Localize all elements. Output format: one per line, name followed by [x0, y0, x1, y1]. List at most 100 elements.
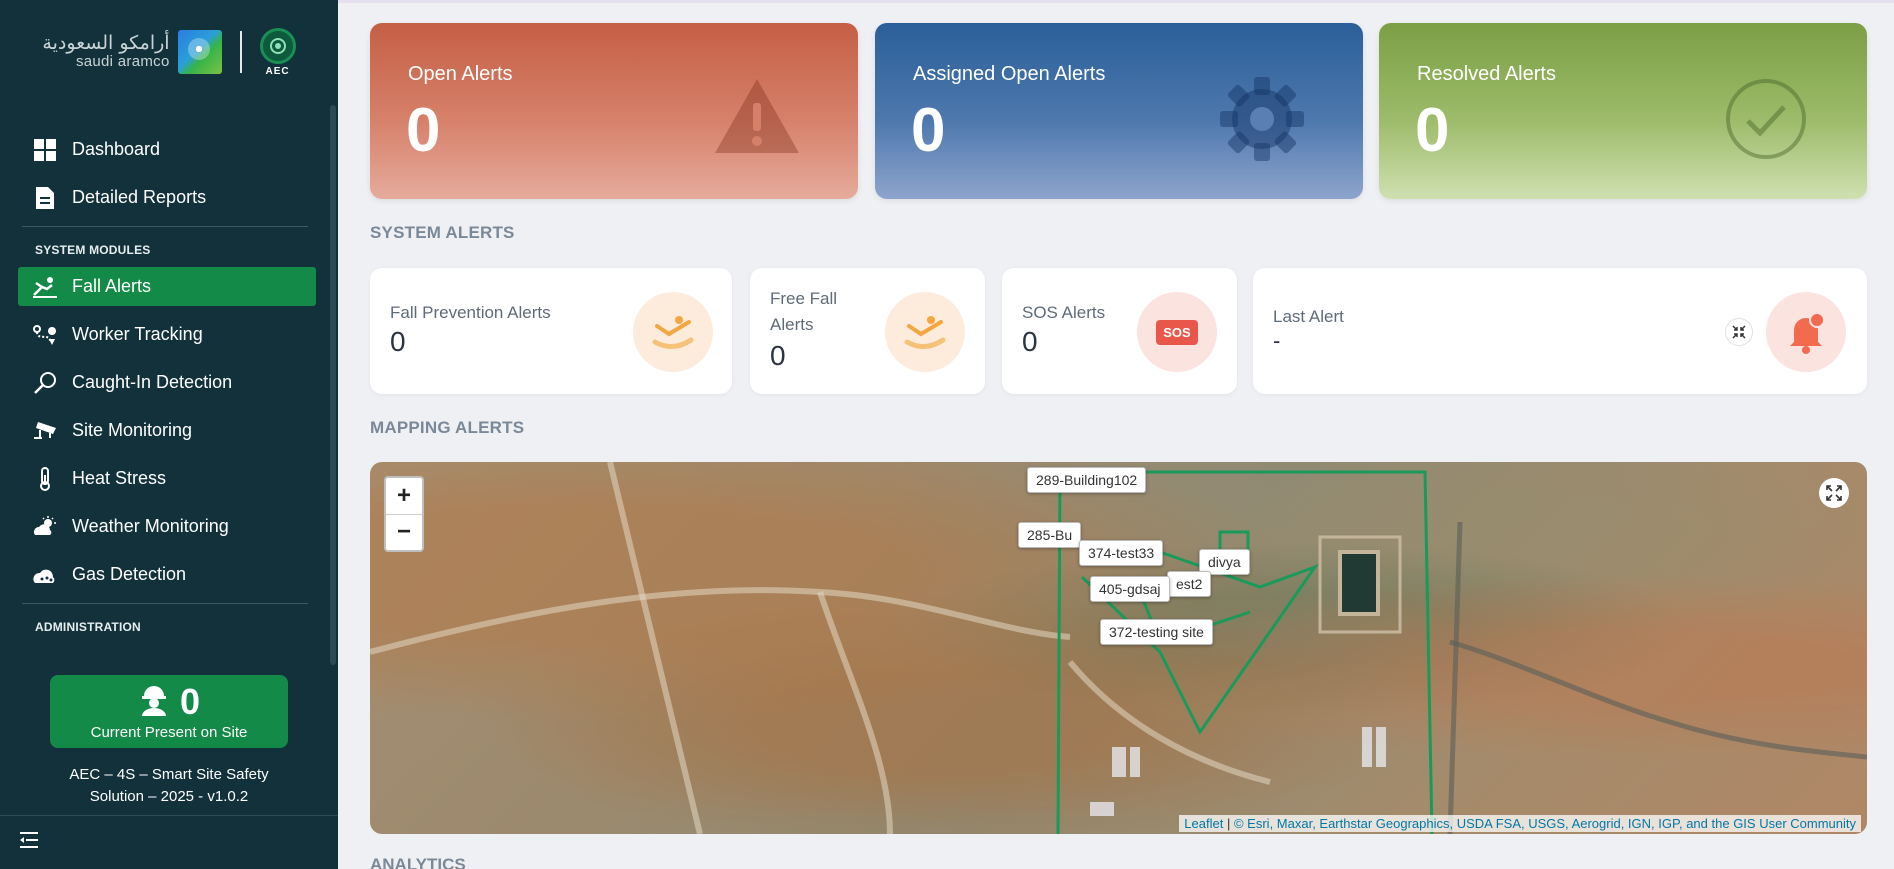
version-line-1: AEC – 4S – Smart Site Safety [69, 766, 269, 783]
version-info: AEC – 4S – Smart Site Safety Solution – … [0, 764, 338, 808]
sos-alerts-label: SOS Alerts [1022, 303, 1106, 322]
worker-helmet-icon [138, 682, 170, 721]
aramco-mark-icon [177, 30, 222, 74]
route-icon [32, 322, 58, 348]
attribution-separator: | [1226, 816, 1231, 831]
nav-label: Detailed Reports [72, 187, 207, 207]
nav-label: Caught-In Detection [72, 372, 233, 392]
dashboard-icon [32, 137, 58, 163]
warning-icon [715, 79, 799, 153]
aramco-english-text: saudi aramco [75, 53, 170, 71]
nav-label: Heat Stress [72, 468, 167, 488]
map-attribution: Leaflet | © Esri, Maxar, Earthstar Geogr… [1179, 815, 1861, 832]
gear-icon [1220, 77, 1304, 161]
nav-item-site-monitoring[interactable]: Site Monitoring [18, 411, 316, 450]
assigned-alerts-label: Assigned Open Alerts [913, 63, 1106, 85]
open-alerts-card[interactable]: Open Alerts 0 [370, 23, 858, 199]
sidebar-footer [0, 815, 338, 869]
nav-item-fall-alerts[interactable]: Fall Alerts [18, 267, 316, 306]
map-site-label[interactable]: 285-Bu [1018, 522, 1082, 548]
logo-area: أرامكو السعودية saudi aramco AEC [0, 0, 338, 100]
sos-icon: SOS [1137, 292, 1217, 372]
map-site-label[interactable]: est2 [1167, 571, 1212, 597]
nav-label: Dashboard [72, 139, 161, 159]
gas-icon [32, 562, 58, 588]
version-line-2: Solution – 2025 - v1.0.2 [89, 787, 249, 805]
free-fall-label-line-1: Free Fall [770, 289, 838, 308]
fall-icon [32, 274, 58, 300]
nav-item-heat-stress[interactable]: Heat Stress [18, 459, 316, 498]
aec-emblem-icon [259, 27, 296, 64]
magnifier-icon [32, 370, 58, 396]
free-fall-label-line-2: Alerts [770, 314, 814, 334]
top-border [338, 0, 1894, 3]
section-title-system-modules: SYSTEM MODULES [35, 243, 151, 257]
sos-alerts-card[interactable]: SOS Alerts 0 SOS [1002, 268, 1237, 394]
nav-item-weather-monitoring[interactable]: Weather Monitoring [18, 507, 316, 546]
open-alerts-label: Open Alerts [408, 63, 513, 85]
esri-attribution-text: © Esri, Maxar, Earthstar Geographics, US… [1233, 816, 1856, 831]
assigned-alerts-value: 0 [911, 96, 946, 165]
zoom-out-button[interactable]: − [386, 513, 422, 551]
map-overlay [370, 462, 1867, 834]
map-site-label[interactable]: 405-gdsaj [1090, 576, 1170, 602]
resolved-alerts-card[interactable]: Resolved Alerts 0 [1379, 23, 1867, 199]
nav-item-worker-tracking[interactable]: Worker Tracking [18, 315, 316, 354]
fall-prevention-value: 0 [390, 326, 406, 357]
zoom-control: + − [384, 476, 424, 552]
weather-icon [32, 514, 58, 540]
collapse-arrows-icon [1732, 325, 1746, 339]
nav-item-gas-detection[interactable]: Gas Detection [18, 555, 316, 594]
last-alert-value: - [1273, 328, 1281, 353]
last-alert-label: Last Alert [1273, 307, 1344, 326]
aec-logo[interactable]: AEC [259, 27, 296, 77]
resolved-alerts-label: Resolved Alerts [1417, 63, 1556, 85]
collapse-menu-icon[interactable] [20, 831, 42, 854]
main-nav: Dashboard Detailed Reports [0, 130, 338, 217]
zoom-in-button[interactable]: + [386, 478, 422, 514]
nav-item-detailed-reports[interactable]: Detailed Reports [18, 178, 316, 217]
fall-prevention-icon [633, 292, 713, 372]
nav-item-caught-in-detection[interactable]: Caught-In Detection [18, 363, 316, 402]
resolved-alerts-value: 0 [1415, 96, 1450, 165]
map-site-label[interactable]: 374-test33 [1079, 540, 1164, 566]
free-fall-card[interactable]: Free Fall Alerts 0 [750, 268, 985, 394]
system-alerts-title: SYSTEM ALERTS [370, 223, 515, 242]
sos-alerts-value: 0 [1022, 326, 1038, 357]
logo-divider [239, 31, 242, 73]
fall-prevention-card[interactable]: Fall Prevention Alerts 0 [370, 268, 732, 394]
assigned-open-alerts-card[interactable]: Assigned Open Alerts 0 [875, 23, 1363, 199]
sos-badge-text: SOS [1163, 324, 1191, 340]
main-content: Open Alerts 0 Assigned Open Alerts 0 Res… [338, 0, 1894, 869]
cctv-icon [32, 418, 58, 444]
nav-label: Fall Alerts [72, 276, 152, 296]
present-on-site-box: 0 Current Present on Site [50, 675, 288, 748]
fullscreen-icon [1826, 485, 1842, 501]
thermometer-icon [32, 466, 58, 492]
nav-divider [22, 603, 308, 604]
aramco-logo[interactable]: أرامكو السعودية saudi aramco [42, 30, 222, 74]
free-fall-label: Free Fall Alerts [770, 286, 837, 337]
open-alerts-value: 0 [406, 96, 441, 165]
map-site-label[interactable]: 372-testing site [1100, 619, 1213, 645]
present-label: Current Present on Site [90, 724, 248, 741]
map-fullscreen-button[interactable] [1819, 478, 1849, 508]
last-alert-card[interactable]: Last Alert - [1253, 268, 1867, 394]
free-fall-value: 0 [770, 340, 786, 371]
map-site-label[interactable]: 289-Building102 [1027, 467, 1147, 493]
nav-label: Worker Tracking [72, 324, 203, 344]
nav-label: Gas Detection [72, 564, 187, 584]
alerts-map[interactable]: + − 289-Building102 285-Bu divya est2 37… [370, 462, 1867, 834]
nav-label: Site Monitoring [72, 420, 193, 440]
free-fall-icon [885, 292, 965, 372]
mapping-alerts-title: MAPPING ALERTS [370, 418, 525, 437]
last-alert-expand-button[interactable] [1725, 318, 1753, 346]
check-circle-icon [1726, 79, 1806, 159]
sidebar-scrollbar[interactable] [330, 105, 336, 665]
leaflet-link[interactable]: Leaflet [1184, 816, 1223, 831]
modules-nav: Fall Alerts Worker Tracking Caught-In De… [0, 267, 338, 594]
section-title-administration: ADMINISTRATION [35, 620, 141, 634]
sidebar: أرامكو السعودية saudi aramco AEC Dashboa… [0, 0, 338, 869]
report-icon [32, 185, 58, 211]
nav-item-dashboard[interactable]: Dashboard [18, 130, 316, 169]
